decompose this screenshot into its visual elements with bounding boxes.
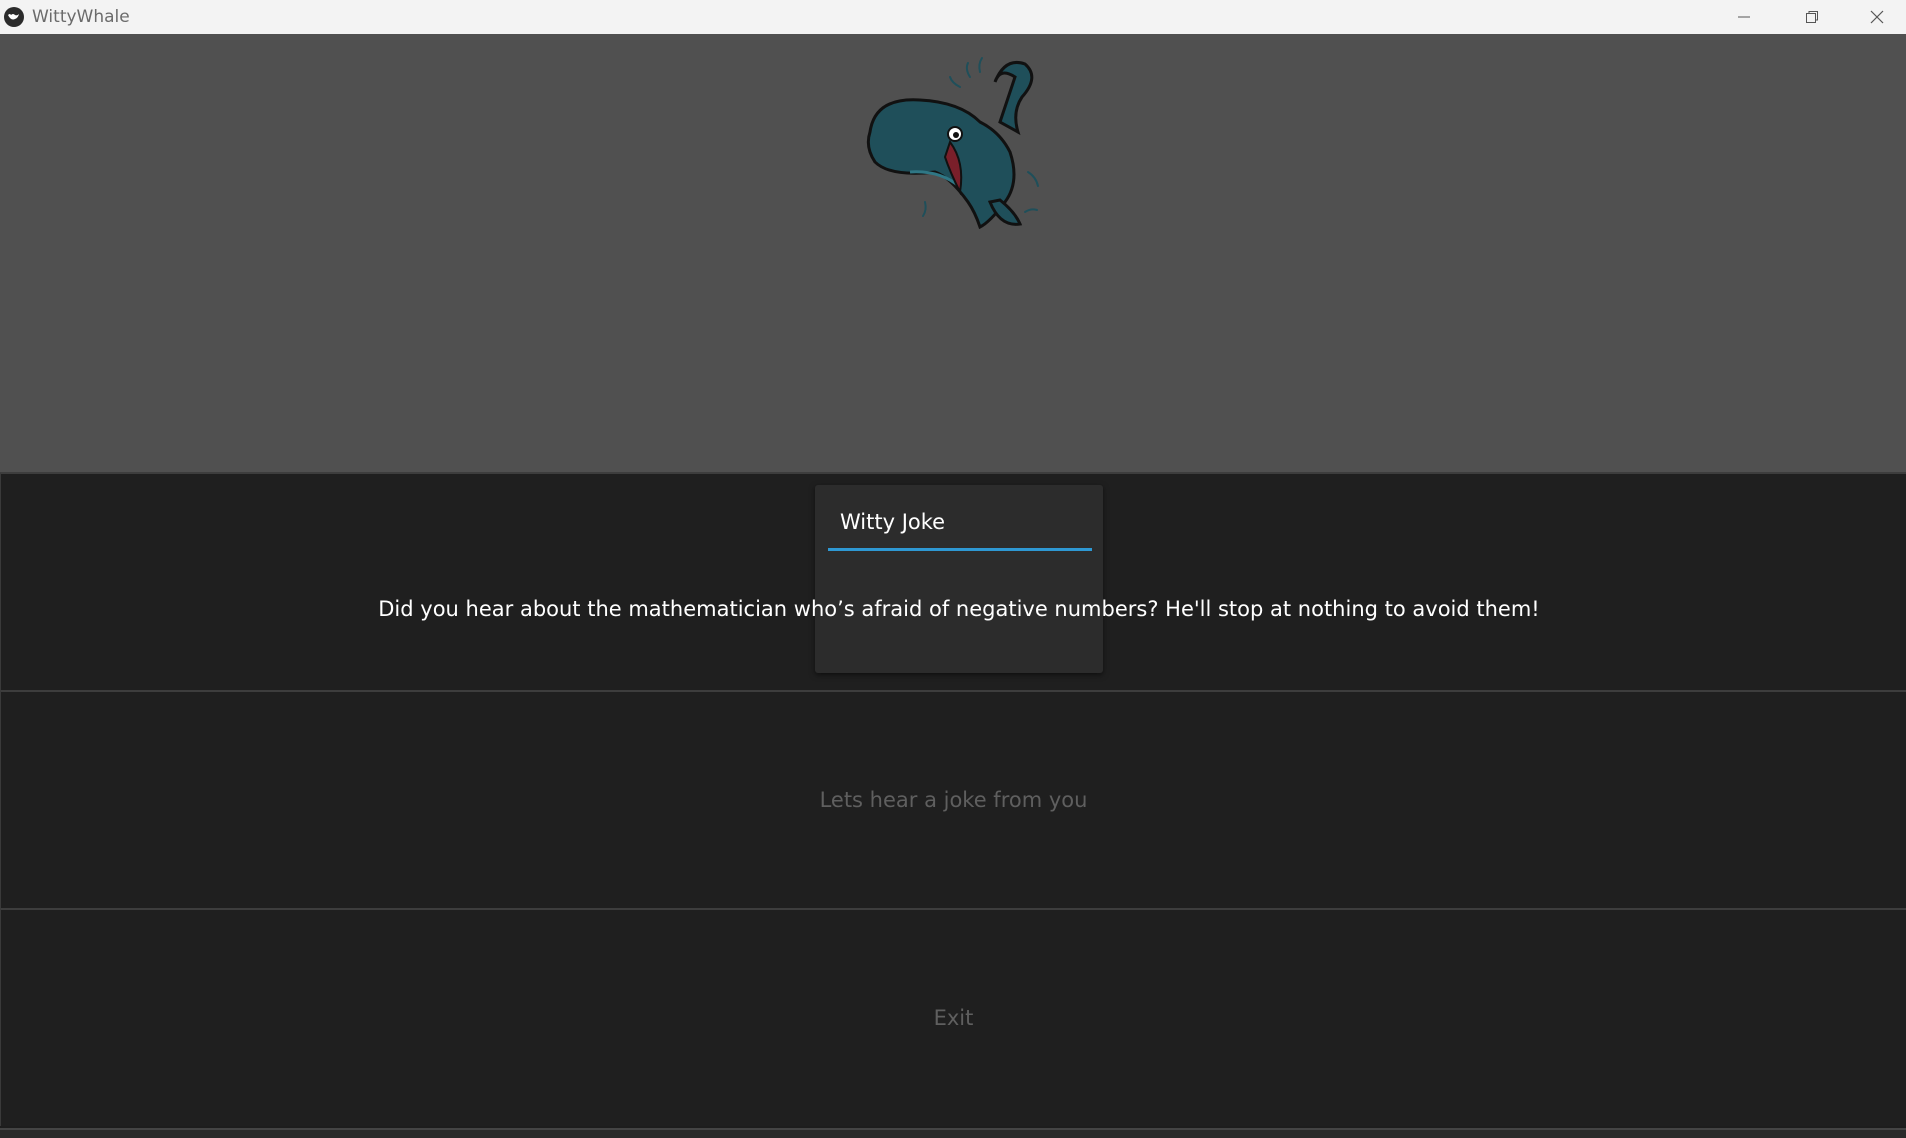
close-icon: [1870, 10, 1884, 24]
dialog-title: Witty Joke: [840, 510, 946, 534]
hero-panel: [0, 34, 1906, 472]
bottom-edge: [0, 1128, 1906, 1138]
tell-joke-button[interactable]: Lets hear a joke from you: [0, 690, 1906, 908]
exit-button-label: Exit: [933, 1006, 974, 1030]
minimize-button[interactable]: [1710, 0, 1778, 34]
tell-joke-button-label: Lets hear a joke from you: [819, 788, 1088, 812]
minimize-icon: [1738, 16, 1750, 18]
joke-text: Did you hear about the mathematician who…: [378, 597, 1540, 621]
witty-joke-dialog: Witty Joke: [815, 485, 1103, 673]
close-button[interactable]: [1848, 0, 1906, 34]
exit-button[interactable]: Exit: [0, 908, 1906, 1126]
dialog-title-underline: [828, 548, 1092, 551]
restore-icon: [1806, 11, 1818, 23]
title-bar: WittyWhale: [0, 0, 1906, 34]
window-title: WittyWhale: [32, 7, 130, 27]
whale-illustration: [866, 57, 1039, 230]
restore-button[interactable]: [1778, 0, 1846, 34]
app-logo-icon: [4, 7, 24, 27]
